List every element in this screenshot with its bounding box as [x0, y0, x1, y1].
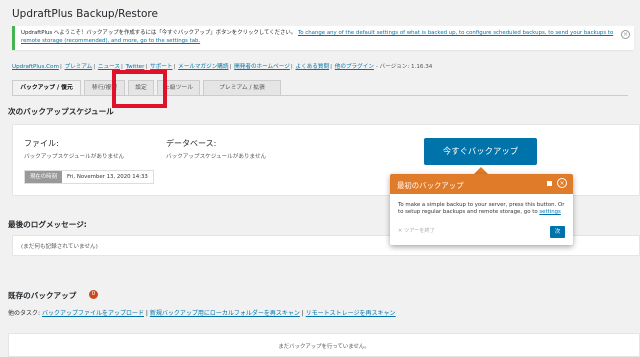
files-label: ファイル:: [24, 139, 59, 148]
rescan-remote-storage-link[interactable]: リモートストレージを再スキャン: [306, 310, 396, 317]
link-developer-home[interactable]: 開発者のホームページ: [234, 64, 290, 70]
link-newsletter[interactable]: メールマガジン購読: [178, 64, 228, 70]
tour-settings-link[interactable]: settings: [539, 209, 561, 215]
backup-now-button[interactable]: 今すぐバックアップ: [424, 138, 537, 165]
link-faq[interactable]: よくある質問: [296, 64, 330, 70]
log-heading: 最後のログメッセージ:: [8, 220, 87, 229]
tour-pointer-arrow: [474, 167, 488, 174]
dismiss-icon[interactable]: ×: [621, 30, 630, 39]
upload-backup-files-link[interactable]: バックアップファイルをアップロード: [42, 310, 144, 317]
files-schedule-value: バックアップスケジュールがありません: [24, 154, 125, 160]
database-schedule-value: バックアップスケジュールがありません: [166, 154, 267, 160]
tab-backup-restore[interactable]: バックアップ / 復元: [12, 80, 81, 95]
end-tour-icon: ✕: [398, 228, 403, 234]
link-other-plugins[interactable]: 他のプラグイン: [335, 64, 374, 70]
plugin-links-row: UpdraftPlus.Com| プレミアム| ニュース| Twitter| サ…: [12, 64, 433, 70]
backup-count-badge: 0: [89, 290, 98, 299]
other-tasks-label: 他のタスク:: [8, 310, 41, 317]
existing-backups-heading: 既存のバックアップ: [8, 291, 77, 300]
welcome-notice: UpdraftPlus へようこそ！バックアップを作成するには「今すぐバックアッ…: [12, 26, 634, 50]
current-time-badge: 現在の時刻 Fri, November 13, 2020 14:33: [24, 170, 154, 184]
close-icon[interactable]: ×: [557, 178, 567, 188]
tabs-divider: [12, 95, 628, 96]
tour-body: To make a simple backup to your server, …: [398, 202, 566, 216]
database-label: データベース:: [166, 139, 217, 148]
tour-popover: 最初のバックアップ × To make a simple backup to y…: [390, 174, 573, 245]
other-tasks-row: 他のタスク: バックアップファイルをアップロード | 新規バックアップ用にローカ…: [8, 310, 396, 317]
current-time-label: 現在の時刻: [25, 171, 62, 183]
tour-next-button[interactable]: 次: [550, 226, 565, 238]
end-tour-label: ツアーを終了: [404, 228, 435, 234]
notice-text: UpdraftPlus へようこそ！バックアップを作成するには「今すぐバックアッ…: [21, 30, 297, 36]
minimize-icon[interactable]: [547, 181, 552, 186]
end-tour-link[interactable]: ✕ ツアーを終了: [398, 227, 435, 234]
log-message-text: (まだ何も記録されていません): [21, 244, 98, 250]
no-backups-text: まだバックアップを行っていません。: [278, 344, 370, 350]
current-time-value: Fri, November 13, 2020 14:33: [66, 174, 148, 180]
tab-premium[interactable]: プレミアム / 拡張: [203, 80, 281, 95]
version-text: - バージョン: 1.16.34: [375, 64, 433, 70]
schedule-heading: 次のバックアップスケジュール: [8, 107, 114, 116]
page-title: UpdraftPlus Backup/Restore: [12, 8, 158, 20]
rescan-local-folder-link[interactable]: 新規バックアップ用にローカルフォルダーを再スキャン: [150, 310, 300, 317]
tour-header: 最初のバックアップ ×: [390, 174, 573, 194]
link-premium[interactable]: プレミアム: [65, 64, 93, 70]
existing-backups-table: まだバックアップを行っていません。: [8, 333, 640, 357]
highlight-box: [112, 70, 167, 108]
link-updraftplus-com[interactable]: UpdraftPlus.Com: [12, 64, 59, 70]
tour-title: 最初のバックアップ: [397, 181, 464, 190]
